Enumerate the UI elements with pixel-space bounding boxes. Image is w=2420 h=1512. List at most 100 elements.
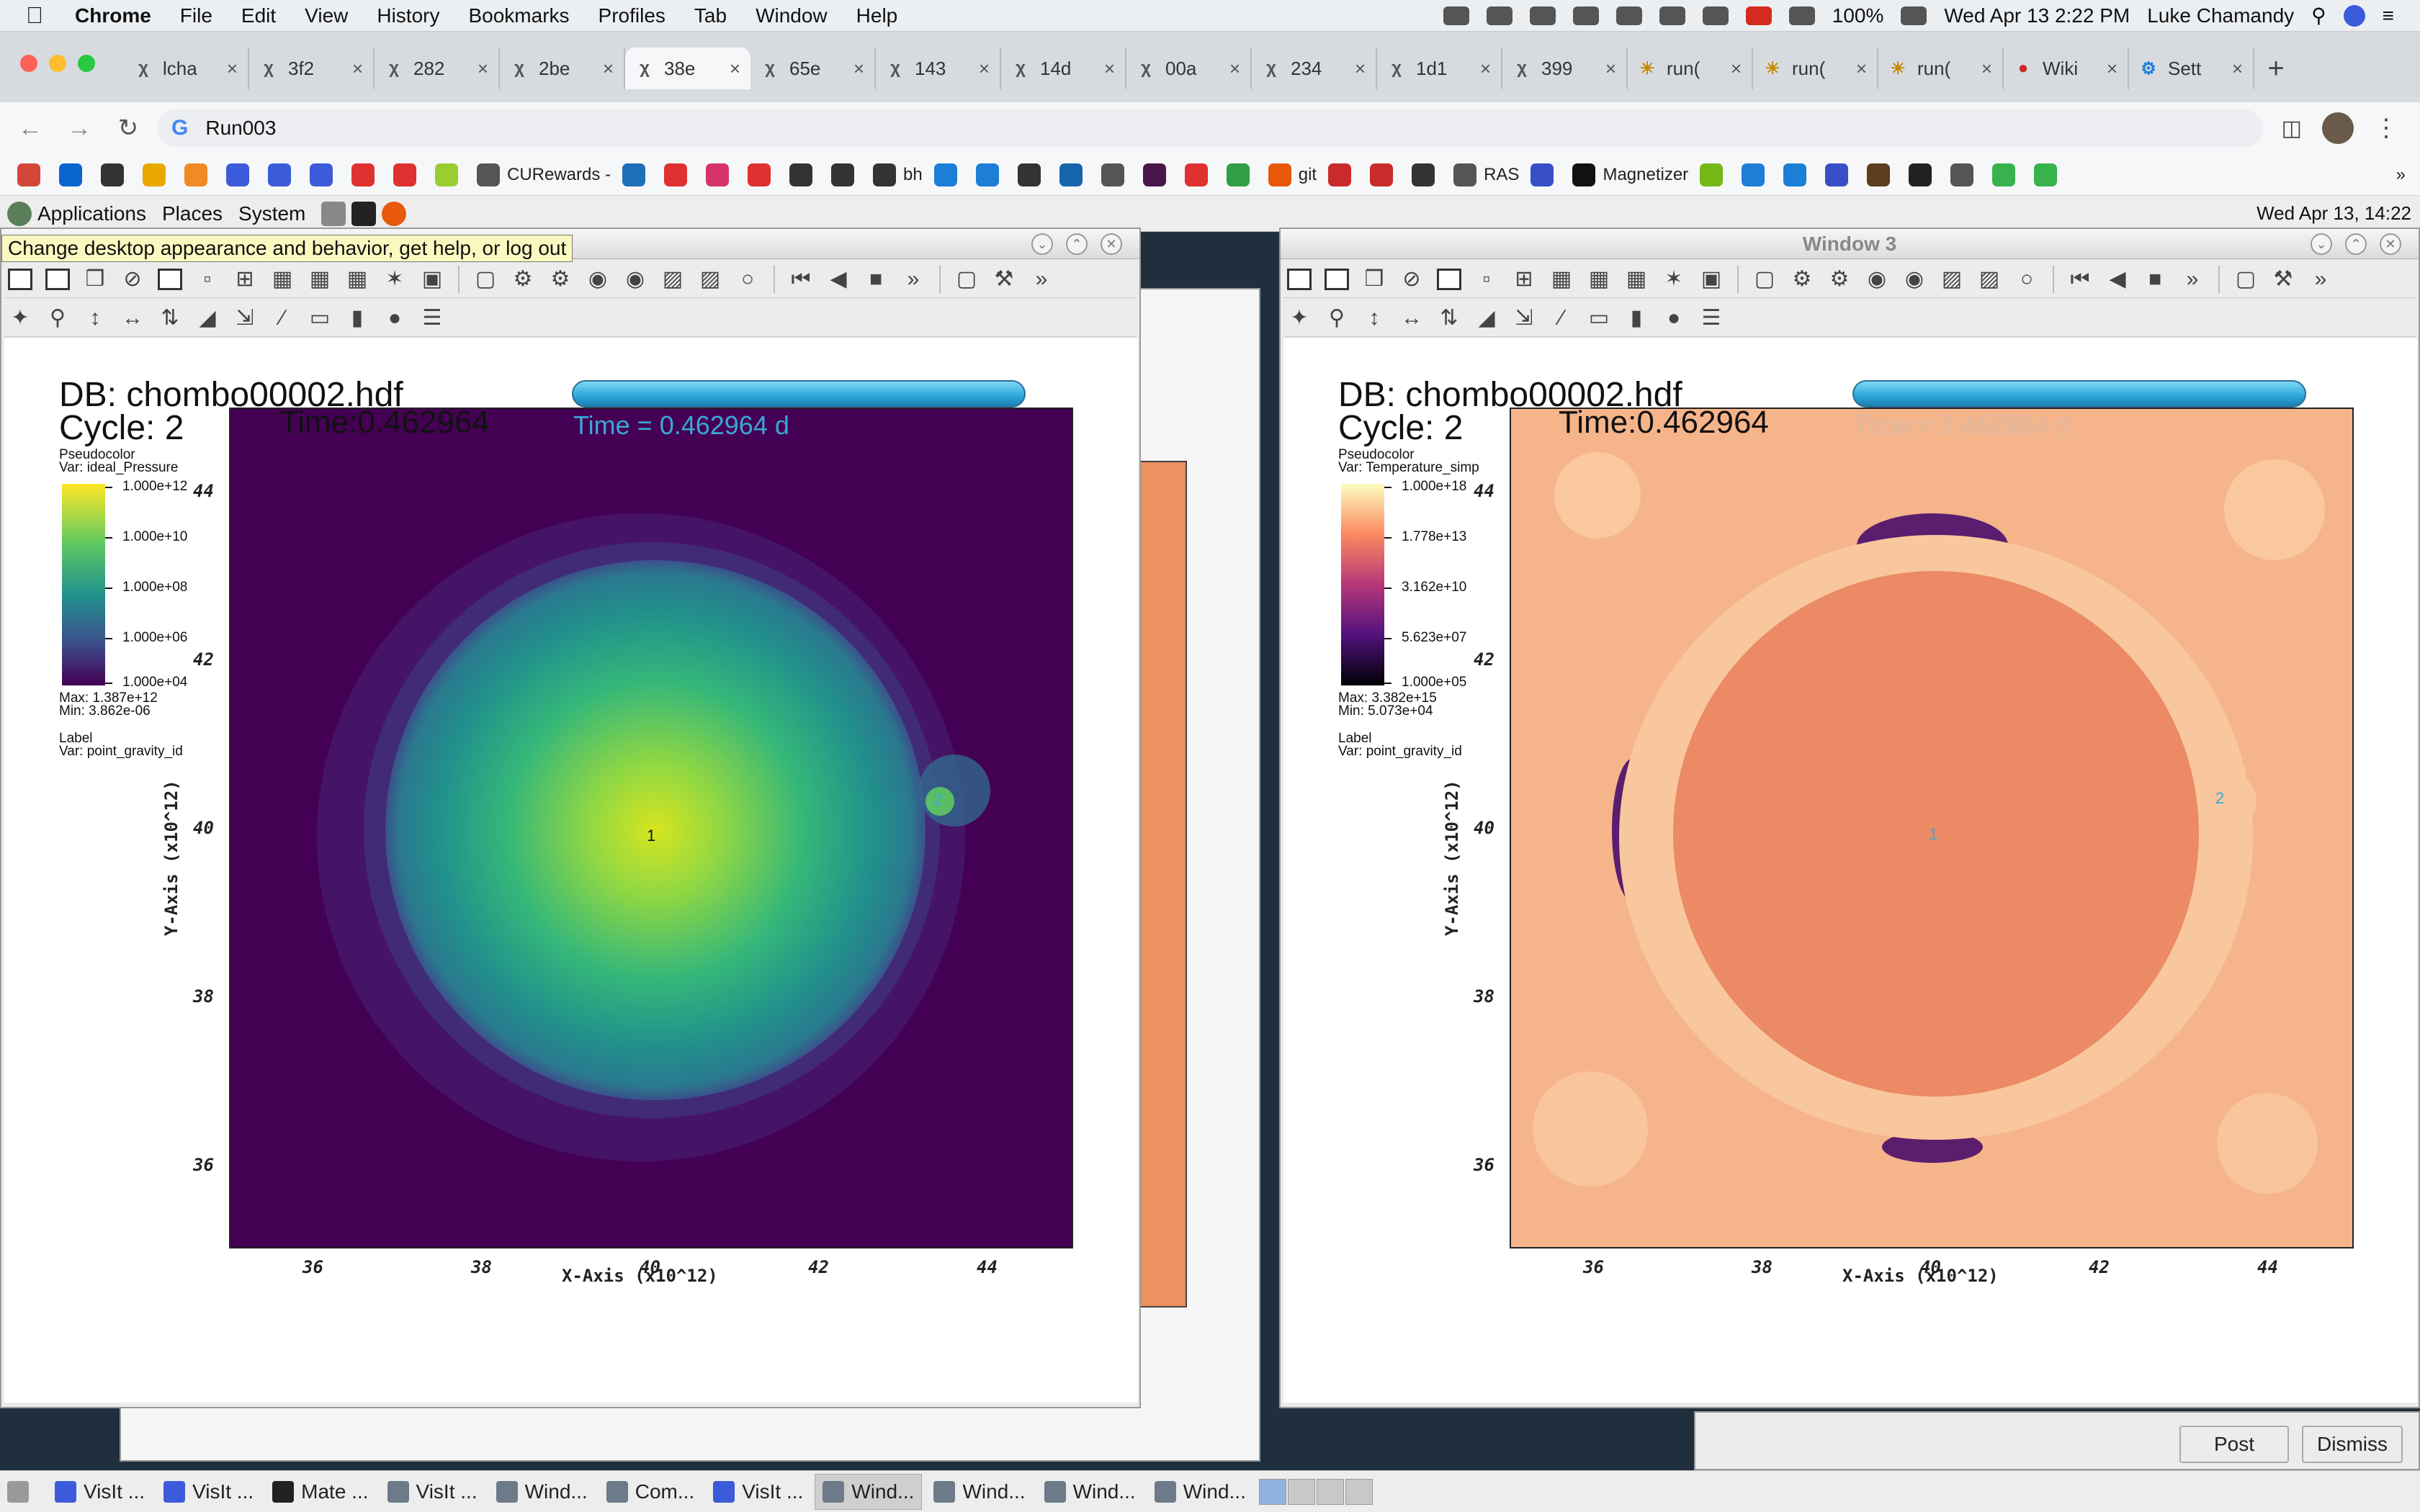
tab-close-icon[interactable]: × — [2107, 58, 2118, 80]
menu-profiles[interactable]: Profiles — [599, 4, 666, 27]
omnibox-text[interactable]: Run003 — [205, 117, 276, 140]
dropbox-icon[interactable] — [1443, 6, 1469, 25]
tab-close-icon[interactable]: × — [979, 58, 990, 80]
bookmark-item[interactable] — [1328, 163, 1358, 186]
tab-9[interactable]: χ 234 × — [1252, 48, 1377, 89]
toolbar-tool-icon[interactable]: ▦ — [1546, 265, 1577, 294]
apple-icon[interactable]:  — [26, 2, 60, 29]
toolbar-tool-icon[interactable]: ● — [379, 304, 411, 333]
tab-close-icon[interactable]: × — [1355, 58, 1366, 80]
toolbar-tool-icon[interactable]: ▭ — [304, 304, 336, 333]
pressure-plot[interactable]: Time:0.462964 Time = 0.462964 d 1 2 — [229, 408, 1073, 1248]
menu-system[interactable]: System — [238, 202, 305, 225]
spotlight-icon[interactable]: ⚲ — [2311, 4, 2326, 27]
bookmark-item[interactable] — [789, 163, 820, 186]
maximize-icon[interactable]: ⌃ — [2345, 233, 2367, 255]
menubar-user[interactable]: Luke Chamandy — [2147, 4, 2294, 27]
toolbar-tool-icon[interactable]: ■ — [2139, 265, 2171, 294]
bookmark-item[interactable]: git — [1268, 163, 1317, 186]
bookmark-item[interactable] — [268, 163, 298, 186]
toolbar-tool-icon[interactable]: ⊞ — [1508, 265, 1540, 294]
bookmark-item[interactable] — [1059, 163, 1090, 186]
close-window-icon[interactable] — [20, 55, 37, 72]
close-icon[interactable]: ✕ — [2380, 233, 2401, 255]
toolbar-tool-icon[interactable]: ◢ — [192, 304, 223, 333]
workspace-switcher[interactable] — [1258, 1478, 1286, 1505]
toolbar-tool-icon[interactable]: ∕ — [1546, 304, 1577, 333]
tab-10[interactable]: χ 1d1 × — [1377, 48, 1502, 89]
menu-history[interactable]: History — [377, 4, 439, 27]
bookmark-item[interactable] — [1992, 163, 2022, 186]
bookmark-item[interactable] — [1909, 163, 1939, 186]
toolbar-tool-icon[interactable]: ■ — [860, 265, 892, 294]
toolbar-tool-icon[interactable]: ● — [1658, 304, 1690, 333]
flag-icon[interactable] — [1745, 6, 1772, 25]
bookmark-item[interactable] — [17, 163, 48, 186]
menu-applications[interactable]: Applications — [37, 202, 146, 225]
toolbar-tool-icon[interactable]: ▨ — [657, 265, 689, 294]
toolbar-tool-icon[interactable]: ▮ — [1621, 304, 1652, 333]
toolbar-tool-icon[interactable]: ☰ — [416, 304, 448, 333]
toolbar-tool-icon[interactable]: ⚙ — [544, 265, 576, 294]
toolbar-tool-icon[interactable]: ○ — [2011, 265, 2043, 294]
temperature-plot[interactable]: Time:0.462964 Time = 0.462964 d 1 2 — [1510, 408, 2354, 1248]
tab-12[interactable]: ☀ run(× — [1628, 48, 1753, 89]
toolbar-tool-icon[interactable]: ∕ — [266, 304, 298, 333]
control-center-icon[interactable]: ≡ — [2383, 4, 2394, 27]
battery-icon[interactable] — [1901, 6, 1927, 25]
forward-icon[interactable]: → — [55, 114, 104, 143]
menu-places[interactable]: Places — [162, 202, 223, 225]
tab-close-icon[interactable]: × — [603, 58, 614, 80]
bookmark-item[interactable] — [1412, 163, 1442, 186]
taskbar-item[interactable]: Wind... — [1037, 1474, 1143, 1510]
toolbar-tool-icon[interactable]: ⚒ — [2267, 265, 2299, 294]
bookmark-item[interactable] — [1783, 163, 1814, 186]
toolbar-tool-icon[interactable]: ⚲ — [42, 304, 73, 333]
toolbar-tool-icon[interactable]: ✶ — [1658, 265, 1690, 294]
bookmark-item[interactable] — [351, 163, 382, 186]
workspace-switcher[interactable] — [1345, 1478, 1373, 1505]
tab-4[interactable]: χ 38e × — [625, 48, 750, 89]
window-layout-icon[interactable] — [154, 265, 186, 294]
toolbar-tool-icon[interactable]: ⇲ — [229, 304, 261, 333]
tab-close-icon[interactable]: × — [853, 58, 864, 80]
toolbar-tool-icon[interactable]: ◀ — [823, 265, 854, 294]
toolbar-tool-icon[interactable]: ▦ — [341, 265, 373, 294]
toolbar-tool-icon[interactable]: ▫ — [192, 265, 223, 294]
toolbar-tool-icon[interactable]: ◉ — [1899, 265, 1930, 294]
toolbar-tool-icon[interactable]: ▭ — [1583, 304, 1615, 333]
menu-file[interactable]: File — [180, 4, 212, 27]
siri-icon[interactable] — [2343, 4, 2365, 27]
tab-0[interactable]: χ lcha × — [124, 48, 249, 89]
bookmark-item[interactable] — [831, 163, 861, 186]
toolbar-tool-icon[interactable]: ▨ — [1936, 265, 1968, 294]
bookmark-item[interactable] — [933, 163, 964, 186]
bookmark-item[interactable] — [184, 163, 215, 186]
toolbar-tool-icon[interactable]: ◉ — [582, 265, 614, 294]
tab-close-icon[interactable]: × — [1981, 58, 1992, 80]
toolbar-tool-icon[interactable]: » — [2177, 265, 2208, 294]
toolbar-tool-icon[interactable]: ✦ — [1283, 304, 1315, 333]
taskbar-item[interactable]: Wind... — [815, 1473, 923, 1510]
workspace-switcher[interactable] — [1287, 1478, 1315, 1505]
taskbar-item[interactable]: VisIt ... — [706, 1474, 810, 1510]
toolbar-tool-icon[interactable]: ○ — [732, 265, 763, 294]
menubar-clock[interactable]: Wed Apr 13 2:22 PM — [1944, 4, 2130, 27]
skype-icon[interactable] — [1486, 6, 1512, 25]
toolbar-tool-icon[interactable]: ⚙ — [507, 265, 539, 294]
window-layout-icon[interactable] — [4, 265, 36, 294]
bookmark-item[interactable] — [1142, 163, 1173, 186]
toolbar-tool-icon[interactable]: ▢ — [1749, 265, 1780, 294]
bookmark-item[interactable] — [101, 163, 131, 186]
workspace-switcher[interactable] — [1316, 1478, 1344, 1505]
bookmark-item[interactable] — [1226, 163, 1257, 186]
toolbar-tool-icon[interactable]: ✶ — [379, 265, 411, 294]
post-button[interactable]: Post — [2179, 1426, 2289, 1463]
shade-icon[interactable]: ⌄ — [1031, 233, 1053, 255]
toolbar-tool-icon[interactable]: » — [1026, 265, 1057, 294]
toolbar-tool-icon[interactable]: ⊘ — [1396, 265, 1428, 294]
tab-5[interactable]: χ 65e × — [750, 48, 876, 89]
bookmark-item[interactable] — [435, 163, 465, 186]
window-layout-icon[interactable] — [1321, 265, 1353, 294]
menu-tab[interactable]: Tab — [694, 4, 727, 27]
